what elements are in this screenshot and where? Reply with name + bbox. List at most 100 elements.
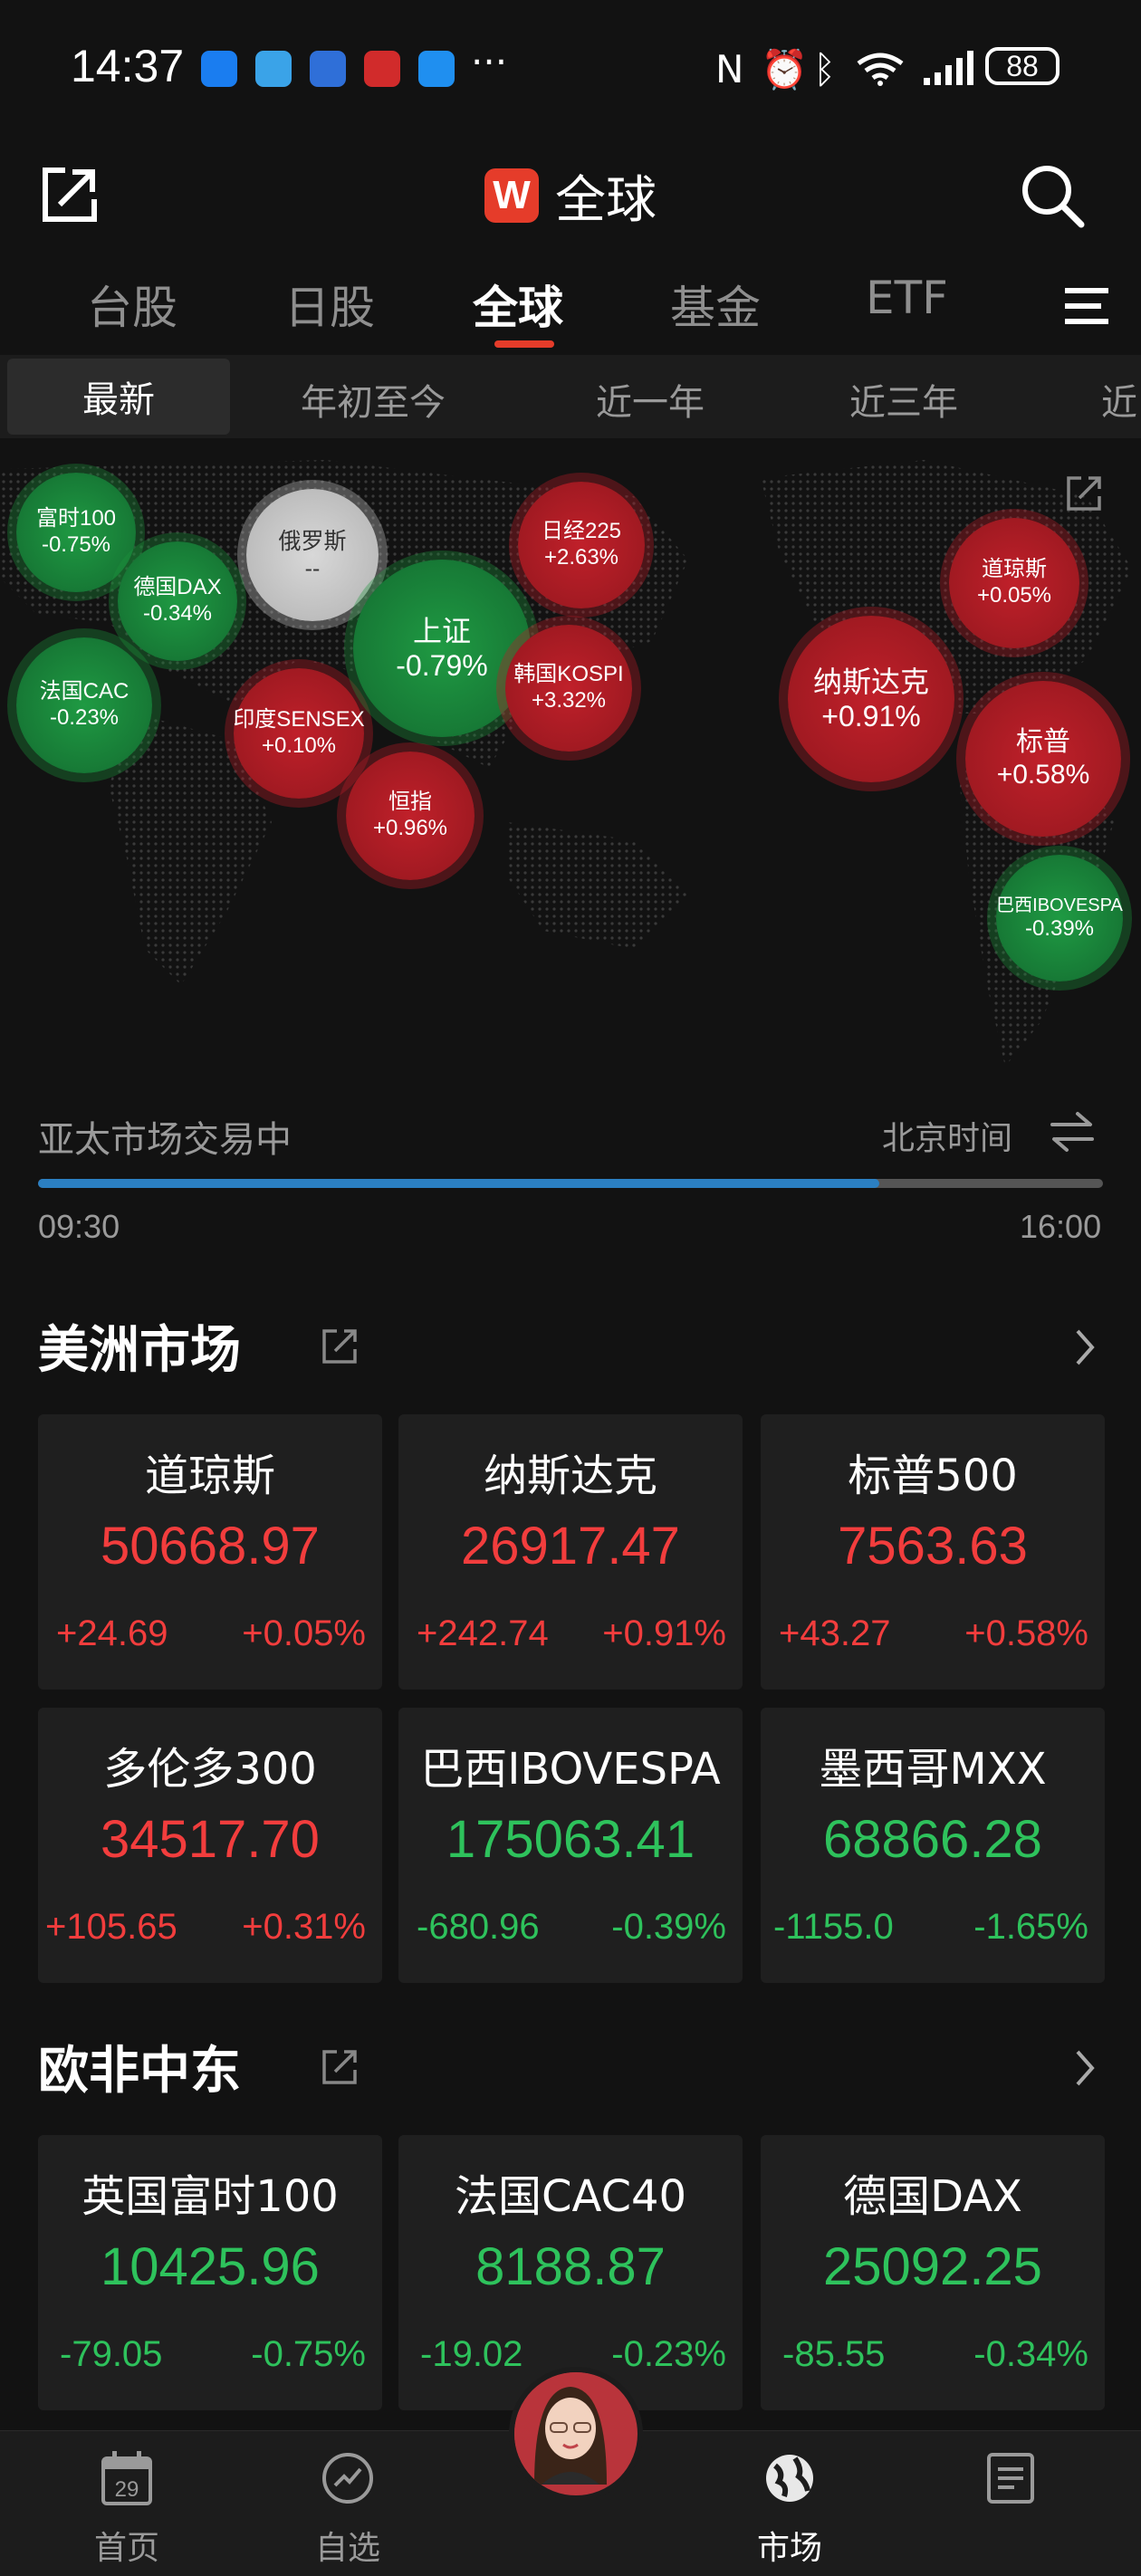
map-bubble[interactable]: 纳斯达克 +0.91% [788, 616, 954, 782]
index-name: 纳斯达克 [483, 1451, 657, 1501]
index-change: +43.27 [779, 1614, 891, 1653]
tab-jp-stocks[interactable]: 日股 [284, 272, 375, 337]
session-end-time: 16:00 [1020, 1208, 1102, 1245]
map-bubble[interactable]: 恒指 +0.96% [346, 752, 475, 880]
index-change: -85.55 [782, 2334, 886, 2374]
index-change-percent: +0.58% [964, 1614, 1088, 1653]
period-1y[interactable]: 近一年 [596, 373, 705, 426]
index-price: 26917.47 [461, 1517, 680, 1575]
app-logo-icon: W [484, 168, 539, 223]
index-change-percent: -1.65% [973, 1907, 1088, 1947]
index-card[interactable]: 英国富时100 10425.96 -79.05 -0.75% [38, 2135, 382, 2410]
calendar-icon: 29 [101, 2451, 152, 2505]
battery-indicator: 88 [985, 47, 1060, 85]
avatar-portrait [514, 2372, 627, 2485]
more-notifications-icon: ··· [471, 40, 508, 84]
index-change: +24.69 [56, 1614, 168, 1653]
index-card[interactable]: 标普500 7563.63 +43.27 +0.58% [761, 1414, 1105, 1690]
map-bubble[interactable]: 富时100 -0.75% [16, 473, 136, 592]
menu-icon[interactable] [1065, 286, 1108, 326]
svg-text:29: 29 [115, 2477, 139, 2502]
alarm-icon: ⏰ [761, 47, 809, 91]
emea-section-title: 欧非中东 [38, 2042, 241, 2101]
map-bubble[interactable]: 道琼斯 +0.05% [949, 518, 1079, 648]
period-ytd[interactable]: 年初至今 [301, 373, 446, 426]
section-share-icon[interactable] [321, 2046, 360, 2086]
index-card[interactable]: 墨西哥MXX 68866.28 -1155.0 -1.65% [761, 1708, 1105, 1983]
timezone-label[interactable]: 北京时间 [882, 1112, 1012, 1159]
assistant-avatar[interactable] [509, 2367, 643, 2501]
app-notification-icon [310, 51, 346, 87]
swap-icon[interactable] [1049, 1110, 1096, 1154]
index-price: 8188.87 [475, 2237, 666, 2296]
index-change: -79.05 [60, 2334, 163, 2374]
trading-status-text: 亚太市场交易中 [38, 1119, 292, 1161]
nav-news[interactable] [938, 2431, 1083, 2576]
map-bubble[interactable]: 巴西IBOVESPA -0.39% [996, 855, 1123, 982]
index-change-percent: -0.39% [611, 1907, 726, 1947]
index-card[interactable]: 道琼斯 50668.97 +24.69 +0.05% [38, 1414, 382, 1690]
index-change-percent: -0.34% [973, 2334, 1088, 2374]
app-notification-icon [201, 51, 237, 87]
trading-session-progress [38, 1179, 1103, 1188]
index-name: 墨西哥MXX [819, 1744, 1047, 1795]
index-change: +105.65 [45, 1907, 177, 1947]
search-icon[interactable] [1016, 159, 1088, 232]
tab-global[interactable]: 全球 [473, 272, 563, 337]
nav-watchlist[interactable]: 自选 [275, 2431, 420, 2576]
globe-icon [766, 2455, 813, 2502]
index-card[interactable]: 巴西IBOVESPA 175063.41 -680.96 -0.39% [398, 1708, 743, 1983]
map-bubble[interactable]: 俄罗斯 -- [246, 489, 379, 621]
tab-funds[interactable]: 基金 [670, 272, 761, 337]
chevron-right-icon[interactable] [1072, 2048, 1098, 2088]
section-share-icon[interactable] [321, 1326, 360, 1365]
signal-icon [924, 51, 973, 85]
tab-etf[interactable]: ETF [866, 272, 948, 324]
index-price: 50668.97 [101, 1517, 320, 1575]
map-bubble[interactable]: 印度SENSEX +0.10% [233, 668, 365, 799]
map-bubble[interactable]: 日经225 +2.63% [518, 482, 645, 608]
map-bubble[interactable]: 法国CAC -0.23% [16, 637, 152, 773]
index-change: +242.74 [417, 1614, 549, 1653]
period-3y[interactable]: 近三年 [849, 373, 958, 426]
nav-market[interactable]: 市场 [717, 2431, 862, 2576]
index-change: -19.02 [420, 2334, 523, 2374]
index-change-percent: +0.31% [242, 1907, 366, 1947]
index-name: 巴西IBOVESPA [420, 1744, 721, 1795]
tab-tw-stocks[interactable]: 台股 [87, 272, 177, 337]
page-title-text: 全球 [555, 170, 657, 230]
world-market-map: 富时100 -0.75% 俄罗斯 -- 德国DAX -0.34% 法国CAC -… [0, 442, 1141, 1087]
map-bubble[interactable]: 德国DAX -0.34% [118, 541, 237, 661]
period-more[interactable]: 近 [1101, 373, 1137, 426]
index-price: 68866.28 [823, 1810, 1042, 1869]
clock: 14:37 [71, 41, 185, 91]
app-notification-icon [255, 51, 292, 87]
map-share-icon[interactable] [1065, 473, 1105, 512]
nav-home[interactable]: 29 首页 [54, 2431, 199, 2576]
period-selector: 最新 年初至今 近一年 近三年 近 [0, 355, 1141, 438]
map-bubble[interactable]: 标普 +0.58% [965, 681, 1121, 837]
index-card[interactable]: 纳斯达克 26917.47 +242.74 +0.91% [398, 1414, 743, 1690]
map-bubble[interactable]: 上证 -0.79% [353, 560, 531, 737]
app-notification-icon [418, 51, 455, 87]
chevron-right-icon[interactable] [1072, 1327, 1098, 1367]
index-name: 道琼斯 [144, 1451, 275, 1501]
map-bubble[interactable]: 韩国KOSPI +3.32% [505, 625, 632, 752]
index-price: 10425.96 [101, 2237, 320, 2296]
wifi-icon [857, 53, 904, 86]
nfc-icon: N [715, 47, 744, 91]
market-tabs: 台股 日股 全球 基金 ETF [0, 272, 1141, 353]
index-name: 多伦多300 [103, 1744, 317, 1795]
index-name: 德国DAX [843, 2171, 1022, 2222]
period-latest[interactable]: 最新 [7, 359, 230, 435]
app-notification-icon [364, 51, 400, 87]
session-start-time: 09:30 [38, 1208, 120, 1245]
index-change-percent: -0.23% [611, 2334, 726, 2374]
active-tab-indicator [494, 340, 554, 348]
index-change-percent: +0.05% [242, 1614, 366, 1653]
bluetooth-icon: ᛒ [813, 47, 837, 91]
index-price: 7563.63 [838, 1517, 1028, 1575]
index-card[interactable]: 多伦多300 34517.70 +105.65 +0.31% [38, 1708, 382, 1983]
index-card[interactable]: 德国DAX 25092.25 -85.55 -0.34% [761, 2135, 1105, 2410]
index-name: 法国CAC40 [454, 2171, 687, 2222]
